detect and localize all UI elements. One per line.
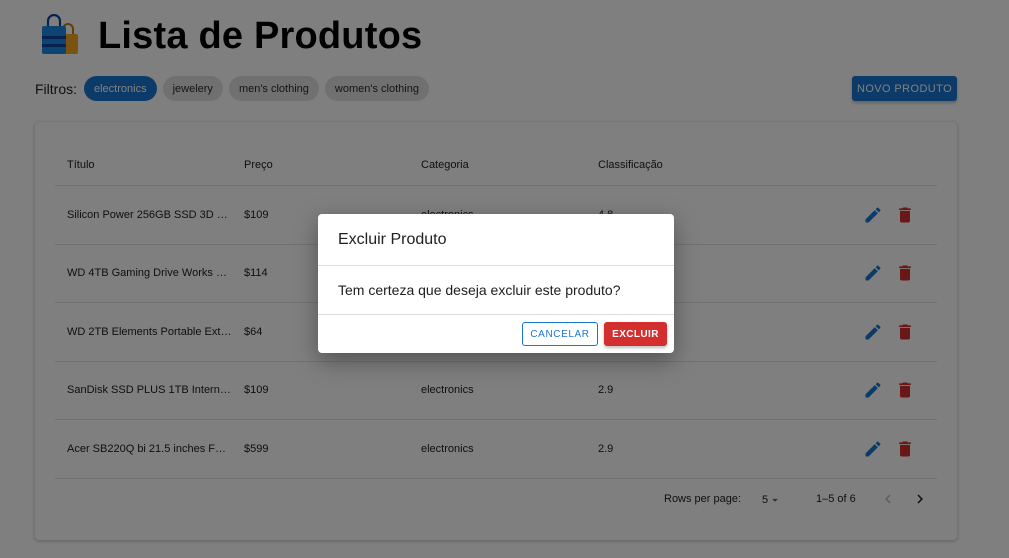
confirm-delete-button[interactable]: EXCLUIR [604, 322, 667, 346]
dialog-message: Tem certeza que deseja excluir este prod… [338, 282, 621, 298]
dialog-divider [318, 314, 674, 315]
dialog-title: Excluir Produto [338, 231, 447, 248]
dialog-divider [318, 265, 674, 266]
confirm-delete-dialog: Excluir Produto Tem certeza que deseja e… [318, 214, 674, 353]
product-list-page: Lista de Produtos Filtros: electronics j… [0, 0, 1009, 558]
cancel-button[interactable]: CANCELAR [522, 322, 598, 346]
